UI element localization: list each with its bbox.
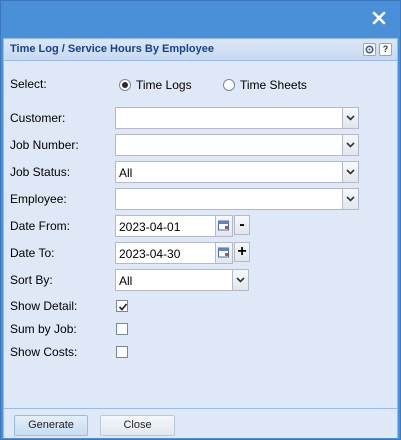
show-costs-label: Show Costs: [10,345,78,359]
job-status-combo[interactable]: All [115,161,359,183]
customer-label: Customer: [10,111,66,125]
generate-button[interactable]: Generate [14,415,88,436]
date-to-value: 2023-04-30 [119,247,181,261]
sort-by-label: Sort By: [10,273,53,287]
date-from-decrement-button[interactable]: - [234,215,250,235]
employee-combo[interactable] [115,188,359,210]
chevron-down-icon[interactable] [342,162,358,182]
date-from-label: Date From: [10,219,71,233]
panel-title: Time Log / Service Hours By Employee [10,43,214,55]
button-bar: Generate Close [4,408,397,438]
employee-label: Employee: [10,192,67,206]
help-icon[interactable]: ? [379,43,392,56]
gear-icon[interactable] [363,43,376,56]
panel-header: Time Log / Service Hours By Employee ? [4,39,397,61]
date-from-field[interactable]: 2023-04-01 [115,215,233,237]
chevron-down-icon[interactable] [342,189,358,209]
sort-by-value: All [119,274,133,288]
form-body: Select: Time Logs Time Sheets Customer: … [4,62,397,408]
show-costs-checkbox[interactable] [116,346,128,358]
calendar-icon[interactable] [215,216,232,236]
chevron-down-icon[interactable] [342,108,358,128]
radio-time-sheets[interactable] [223,79,235,91]
radio-time-logs-label: Time Logs [136,78,192,92]
select-label: Select: [10,77,47,91]
sum-by-job-checkbox[interactable] [116,323,128,335]
job-status-value: All [119,166,133,180]
report-panel: Time Log / Service Hours By Employee ? S… [3,38,398,438]
sum-by-job-label: Sum by Job: [10,322,77,336]
job-number-label: Job Number: [10,138,79,152]
job-number-combo[interactable] [115,134,359,156]
date-from-value: 2023-04-01 [119,220,181,234]
customer-combo[interactable] [115,107,359,129]
date-to-field[interactable]: 2023-04-30 [115,242,233,264]
radio-time-sheets-label: Time Sheets [240,78,307,92]
calendar-icon[interactable] [215,243,232,263]
date-to-increment-button[interactable]: + [234,242,250,262]
dialog-window: Time Log / Service Hours By Employee ? S… [0,0,401,440]
radio-time-logs[interactable] [119,79,131,91]
job-status-label: Job Status: [10,165,71,179]
show-detail-checkbox[interactable] [116,300,128,312]
show-detail-label: Show Detail: [10,299,78,313]
chevron-down-icon[interactable] [342,135,358,155]
close-button[interactable]: Close [100,415,175,436]
close-icon[interactable] [372,11,388,27]
sort-by-combo[interactable]: All [115,269,249,291]
chevron-down-icon[interactable] [232,270,248,290]
date-to-label: Date To: [10,246,55,260]
